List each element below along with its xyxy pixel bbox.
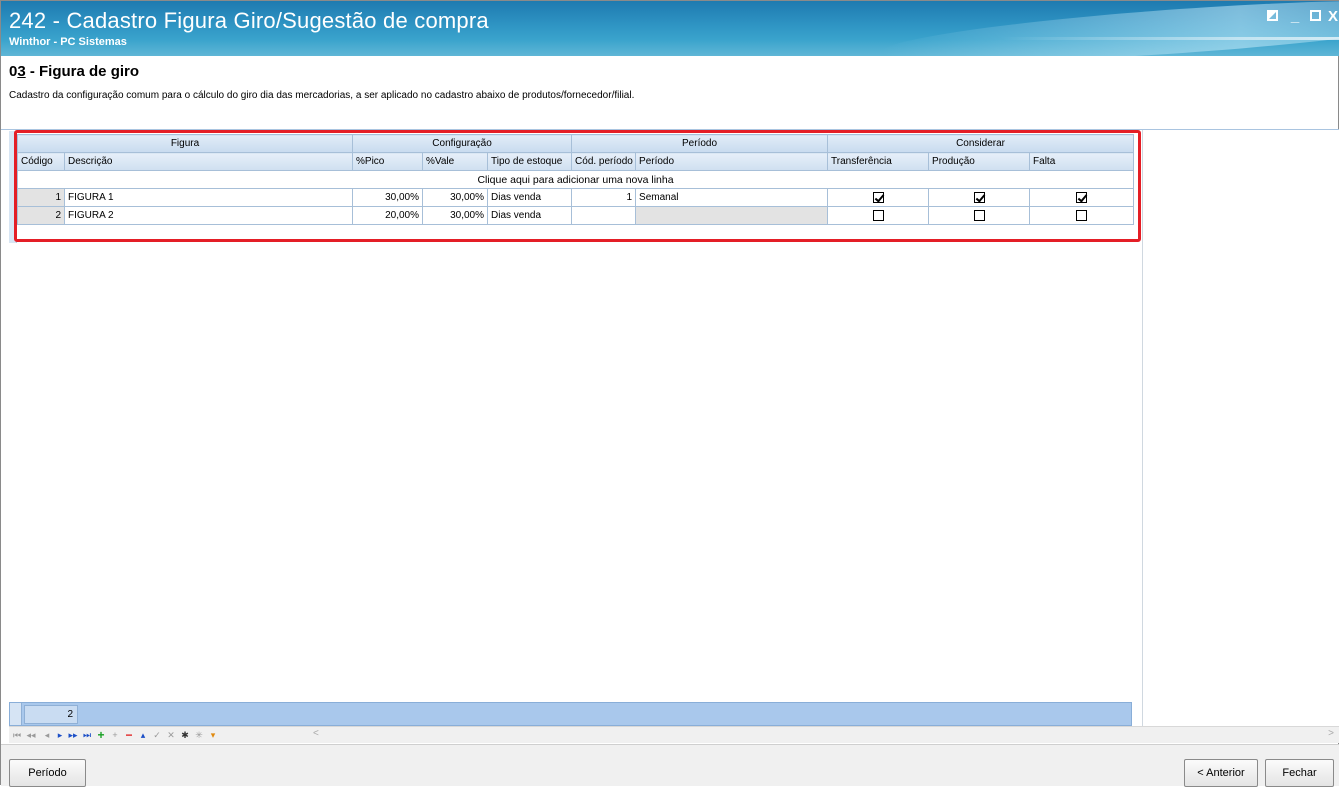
producao-checkbox[interactable] [973, 191, 985, 203]
bottom-toolbar: Período < Anterior Fechar [1, 744, 1339, 787]
cell-pico[interactable]: 20,00% [352, 206, 424, 225]
edit-record-icon[interactable]: ▴ [137, 728, 149, 742]
prev-page-icon[interactable]: ◂◂ [25, 728, 37, 742]
cell-pico[interactable]: 30,00% [352, 188, 424, 207]
column-header-row: Código Descrição %Pico %Vale Tipo de est… [17, 152, 1135, 171]
falta-checkbox[interactable] [1076, 191, 1088, 203]
band-figura[interactable]: Figura [16, 134, 354, 153]
transferencia-checkbox[interactable] [872, 191, 884, 203]
page-description: Cadastro da configuração comum para o cá… [9, 90, 635, 101]
app-window: 242 - Cadastro Figura Giro/Sugestão de c… [0, 0, 1339, 787]
page-header: 03 - Figura de giro [9, 63, 139, 80]
title-bar-line [1001, 37, 1339, 40]
column-header-vale[interactable]: %Vale [422, 152, 489, 171]
column-header-transferencia[interactable]: Transferência [827, 152, 930, 171]
summary-bar-lead [10, 703, 22, 725]
cancel-edit-icon[interactable]: ✕ [165, 728, 177, 742]
next-record-icon[interactable]: ▸ [54, 728, 66, 742]
first-page-icon[interactable]: ⏮ [11, 728, 23, 742]
column-header-producao[interactable]: Produção [928, 152, 1031, 171]
cell-transferencia[interactable] [827, 206, 930, 225]
column-header-tipo-estoque[interactable]: Tipo de estoque [487, 152, 573, 171]
cell-falta[interactable] [1029, 206, 1135, 225]
producao-checkbox[interactable] [973, 209, 985, 221]
cell-falta[interactable] [1029, 188, 1135, 207]
cell-producao[interactable] [928, 188, 1031, 207]
filter-icon[interactable]: ▾ [207, 728, 219, 742]
cell-descricao[interactable]: FIGURA 1 [63, 188, 354, 207]
maximize-button[interactable] [1306, 9, 1324, 25]
delete-record-icon[interactable]: − [123, 728, 135, 742]
column-header-cod-periodo[interactable]: Cód. período [571, 152, 637, 171]
cell-tipo-estoque[interactable]: Dias venda [487, 188, 573, 207]
post-edit-icon[interactable]: ✓ [151, 728, 163, 742]
transferencia-checkbox[interactable] [872, 209, 884, 221]
cell-cod-periodo[interactable]: 1 [571, 188, 637, 207]
band-considerar[interactable]: Considerar [827, 134, 1135, 153]
grid-summary-bar: 2 [9, 702, 1132, 726]
column-header-periodo[interactable]: Período [635, 152, 829, 171]
title-bar[interactable]: 242 - Cadastro Figura Giro/Sugestão de c… [1, 1, 1339, 56]
table-row[interactable]: 1 FIGURA 1 30,00% 30,00% Dias venda 1 Se… [17, 188, 1135, 207]
cell-cod-periodo[interactable] [571, 206, 637, 225]
cell-periodo[interactable]: Semanal [635, 188, 829, 207]
refresh-icon[interactable]: ✱ [179, 728, 191, 742]
band-configuracao[interactable]: Configuração [352, 134, 573, 153]
column-header-falta[interactable]: Falta [1029, 152, 1135, 171]
window-title: 242 - Cadastro Figura Giro/Sugestão de c… [9, 8, 489, 33]
scroll-left-icon[interactable]: < [313, 728, 319, 739]
figura-giro-grid: Figura Configuração Período Considerar C… [16, 134, 1135, 225]
cell-transferencia[interactable] [827, 188, 930, 207]
falta-checkbox[interactable] [1076, 209, 1088, 221]
grid-indicator-strip [9, 131, 17, 243]
cell-producao[interactable] [928, 206, 1031, 225]
navigator-bar: ⏮ ◂◂ ◂ ▸ ▸▸ ⏭ + + − ▴ ✓ ✕ ✱ ✳ ▾ < > [9, 726, 1339, 743]
record-count: 2 [24, 705, 78, 724]
band-periodo[interactable]: Período [571, 134, 829, 153]
minimize-button[interactable]: _ [1286, 9, 1304, 25]
periodo-button[interactable]: Período [9, 759, 86, 787]
anterior-button[interactable]: < Anterior [1184, 759, 1258, 787]
cell-vale[interactable]: 30,00% [422, 188, 489, 207]
column-header-codigo[interactable]: Código [17, 152, 65, 171]
add-new-row[interactable]: Clique aqui para adicionar uma nova linh… [16, 170, 1135, 189]
column-header-pico[interactable]: %Pico [352, 152, 424, 171]
insert-record-icon[interactable]: + [95, 728, 107, 742]
page-title: 03 - Figura de giro [9, 63, 139, 80]
prev-record-icon[interactable]: ◂ [41, 728, 53, 742]
fechar-button[interactable]: Fechar [1265, 759, 1334, 787]
close-button[interactable]: X [1324, 9, 1339, 25]
restore-icon[interactable] [1263, 9, 1281, 25]
grid-right-divider [1142, 130, 1143, 726]
save-bookmark-icon[interactable]: ✳ [193, 728, 205, 742]
cell-descricao[interactable]: FIGURA 2 [63, 206, 354, 225]
table-row[interactable]: 2 FIGURA 2 20,00% 30,00% Dias venda [17, 206, 1135, 225]
scroll-right-icon[interactable]: > [1328, 728, 1334, 739]
cell-periodo[interactable] [635, 206, 829, 225]
band-header-row: Figura Configuração Período Considerar [16, 134, 1135, 153]
last-record-icon[interactable]: ⏭ [81, 728, 93, 742]
column-header-descricao[interactable]: Descrição [63, 152, 354, 171]
cell-vale[interactable]: 30,00% [422, 206, 489, 225]
cell-codigo[interactable]: 1 [17, 188, 65, 207]
page-title-step-number: 3 [17, 63, 26, 80]
page-title-text: - Figura de giro [25, 63, 140, 80]
next-page-icon[interactable]: ▸▸ [67, 728, 79, 742]
add-new-row-label[interactable]: Clique aqui para adicionar uma nova linh… [16, 170, 1135, 189]
cell-tipo-estoque[interactable]: Dias venda [487, 206, 573, 225]
append-record-icon[interactable]: + [109, 728, 121, 742]
window-subtitle: Winthor - PC Sistemas [9, 36, 127, 48]
cell-codigo[interactable]: 2 [17, 206, 65, 225]
